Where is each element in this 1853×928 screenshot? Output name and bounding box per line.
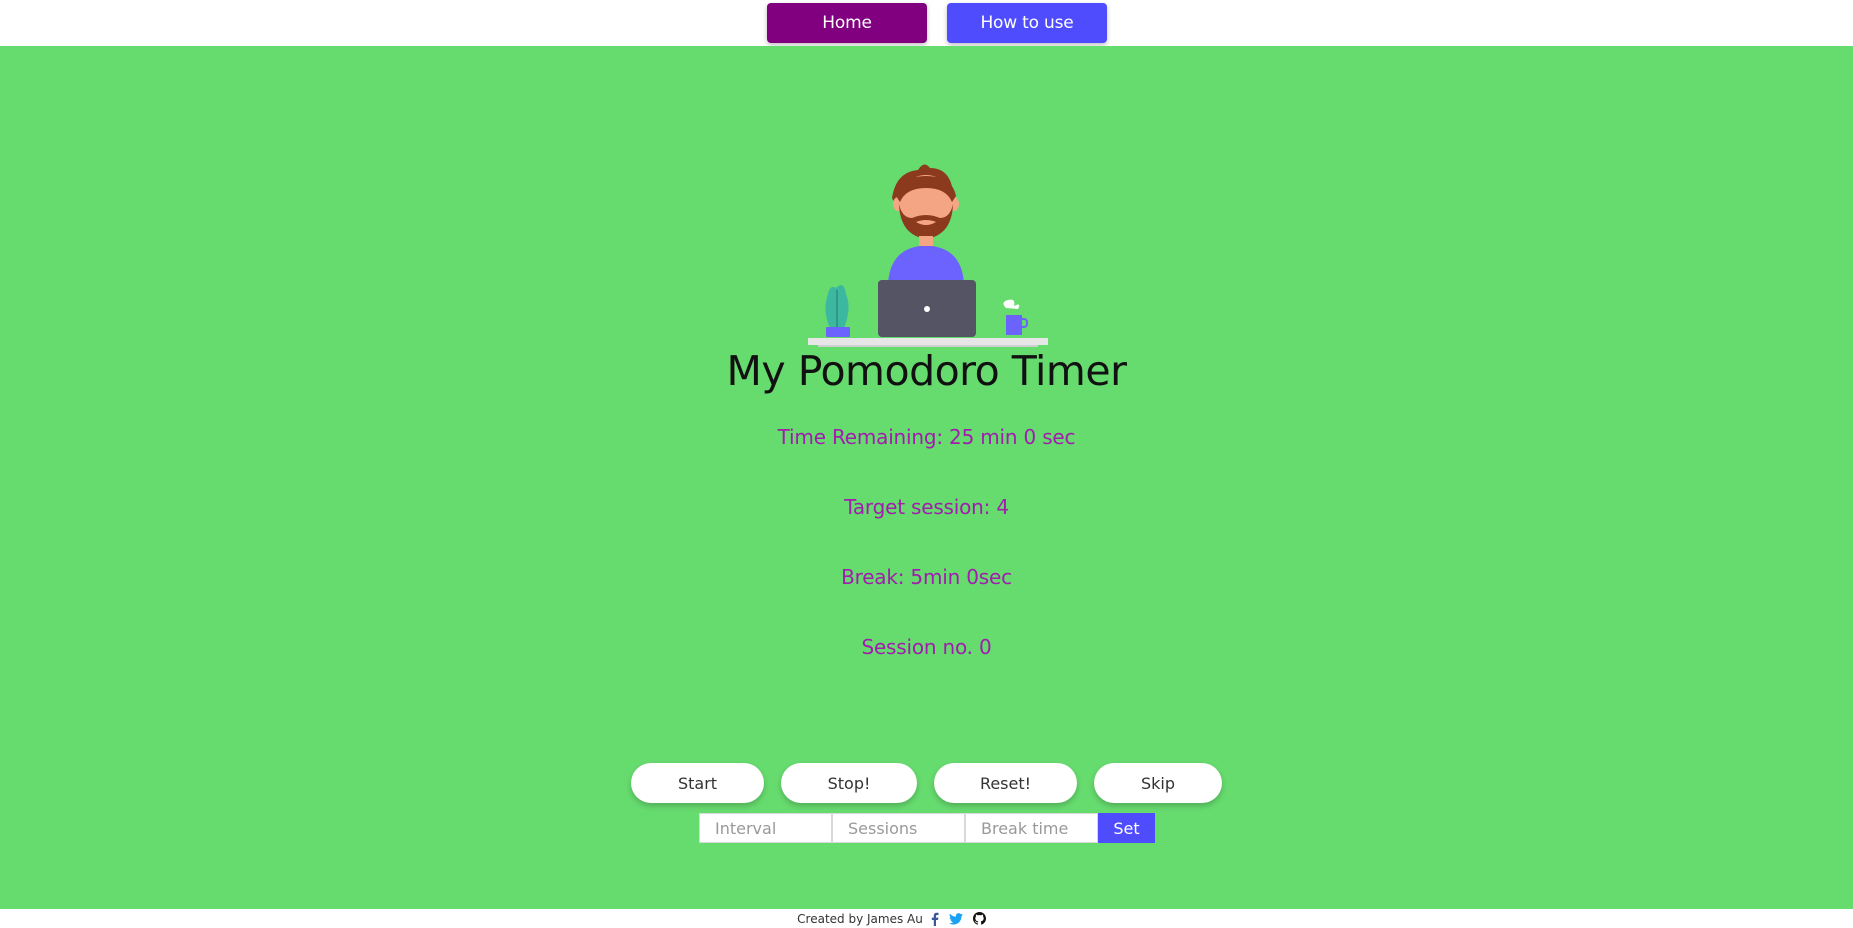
footer: Created by James Au [0, 909, 1853, 928]
target-session-text: Target session: 4 [844, 495, 1009, 519]
sessions-input[interactable] [832, 813, 965, 843]
page-title: My Pomodoro Timer [726, 347, 1127, 395]
break-time-input[interactable] [965, 813, 1098, 843]
how-to-use-button[interactable]: How to use [947, 3, 1107, 43]
interval-input[interactable] [699, 813, 832, 843]
github-icon[interactable] [972, 912, 986, 925]
start-button[interactable]: Start [631, 763, 764, 803]
main-section: My Pomodoro Timer Time Remaining: 25 min… [0, 46, 1853, 909]
time-remaining-text: Time Remaining: 25 min 0 sec [777, 425, 1076, 449]
facebook-icon[interactable] [931, 912, 939, 926]
top-nav: Home How to use [0, 0, 1853, 46]
skip-button[interactable]: Skip [1094, 763, 1222, 803]
settings-form: Set [699, 813, 1155, 843]
session-number-text: Session no. 0 [861, 635, 992, 659]
twitter-icon[interactable] [948, 912, 963, 925]
set-button[interactable]: Set [1098, 813, 1155, 843]
reset-button[interactable]: Reset! [934, 763, 1077, 803]
stop-button[interactable]: Stop! [781, 763, 917, 803]
break-text: Break: 5min 0sec [841, 565, 1012, 589]
hero-illustration [808, 164, 1048, 347]
credit-text: Created by James Au [797, 911, 923, 926]
home-button[interactable]: Home [767, 3, 927, 43]
